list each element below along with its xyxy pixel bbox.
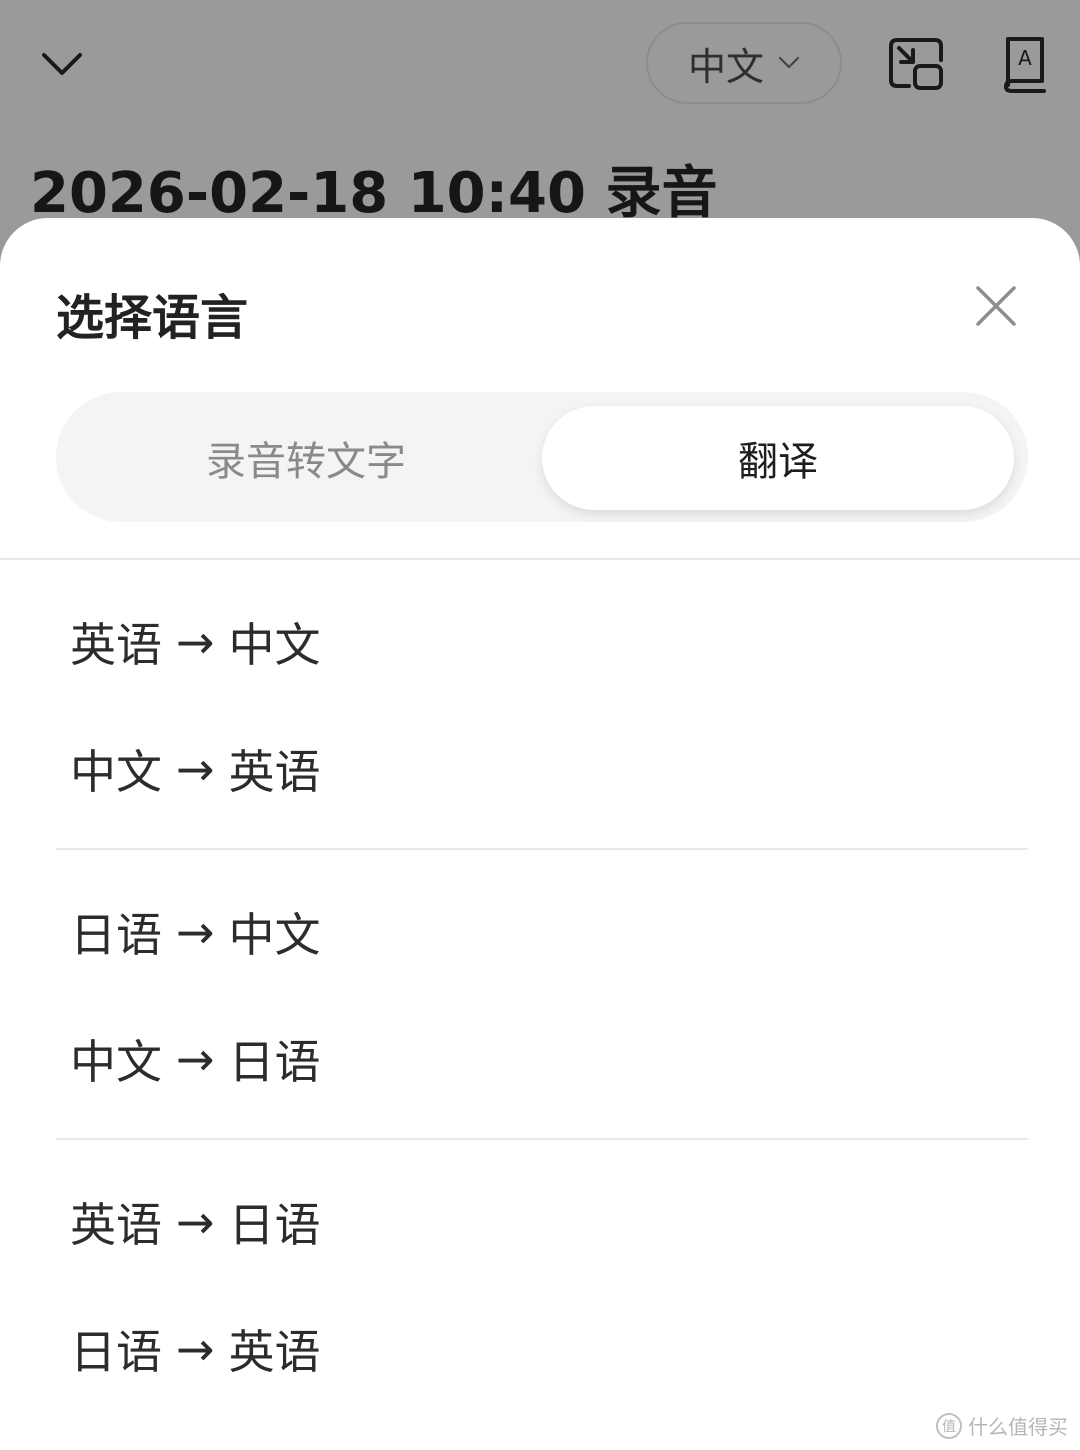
watermark: 值 什么值得买 [936, 1411, 1068, 1440]
sheet-title: 选择语言 [56, 290, 249, 346]
source-language: 英语 [70, 1197, 162, 1252]
arrow-icon: → [176, 741, 215, 796]
source-language: 英语 [70, 617, 162, 672]
language-pair-item[interactable]: 日语 → 中文 [0, 868, 1080, 995]
app-screen: 中文 A 2026-02-18 10:40 录音 选择语言 录音转文字 翻译 英… [0, 0, 1080, 1450]
source-language: 中文 [70, 744, 162, 799]
target-language: 中文 [228, 907, 321, 962]
language-pair-item[interactable]: 中文 → 日语 [0, 995, 1080, 1122]
language-selector-label: 中文 [687, 44, 764, 89]
watermark-logo-icon: 值 [936, 1412, 962, 1439]
language-group: 英语 → 中文 中文 → 英语 [0, 560, 1080, 850]
target-language: 英语 [228, 1324, 321, 1379]
language-pair-item[interactable]: 英语 → 日语 [0, 1158, 1080, 1285]
language-sheet: 选择语言 录音转文字 翻译 英语 → 中文 中文 → 英语 日语 → 中文 中文… [0, 218, 1080, 1450]
tab-transcribe[interactable]: 录音转文字 [70, 406, 542, 510]
tab-translate[interactable]: 翻译 [542, 406, 1014, 510]
source-language: 中文 [70, 1034, 162, 1089]
collapse-button[interactable] [36, 40, 88, 88]
dictionary-icon: A [1004, 37, 1046, 93]
language-group: 日语 → 中文 中文 → 日语 [0, 850, 1080, 1140]
language-pair-item[interactable]: 中文 → 英语 [0, 705, 1080, 832]
chevron-down-icon [42, 53, 82, 75]
chevron-down-small-icon [778, 56, 800, 69]
recording-title: 2026-02-18 10:40 录音 [30, 161, 718, 226]
mode-segmented-control: 录音转文字 翻译 [56, 392, 1028, 522]
close-button[interactable] [966, 276, 1026, 336]
svg-text:A: A [1018, 46, 1032, 70]
picture-in-picture-icon [889, 38, 943, 90]
arrow-icon: → [176, 614, 215, 669]
picture-in-picture-button[interactable] [886, 34, 946, 94]
target-language: 中文 [228, 617, 321, 672]
language-pair-list: 英语 → 中文 中文 → 英语 日语 → 中文 中文 → 日语 英语 → 日语 … [0, 560, 1080, 1412]
top-bar: 中文 A [0, 0, 1080, 130]
arrow-icon: → [176, 904, 215, 959]
dictionary-button[interactable]: A [994, 34, 1054, 94]
arrow-icon: → [176, 1031, 215, 1086]
language-pair-item[interactable]: 日语 → 英语 [0, 1285, 1080, 1412]
language-pair-item[interactable]: 英语 → 中文 [0, 578, 1080, 705]
source-language: 日语 [70, 907, 162, 962]
target-language: 日语 [228, 1197, 321, 1252]
arrow-icon: → [176, 1321, 215, 1376]
arrow-icon: → [176, 1194, 215, 1249]
language-group: 英语 → 日语 日语 → 英语 [0, 1140, 1080, 1412]
watermark-text: 什么值得买 [968, 1415, 1068, 1439]
close-icon [976, 286, 1016, 326]
language-selector[interactable]: 中文 [646, 22, 842, 104]
target-language: 英语 [228, 744, 321, 799]
target-language: 日语 [228, 1034, 321, 1089]
source-language: 日语 [70, 1324, 162, 1379]
